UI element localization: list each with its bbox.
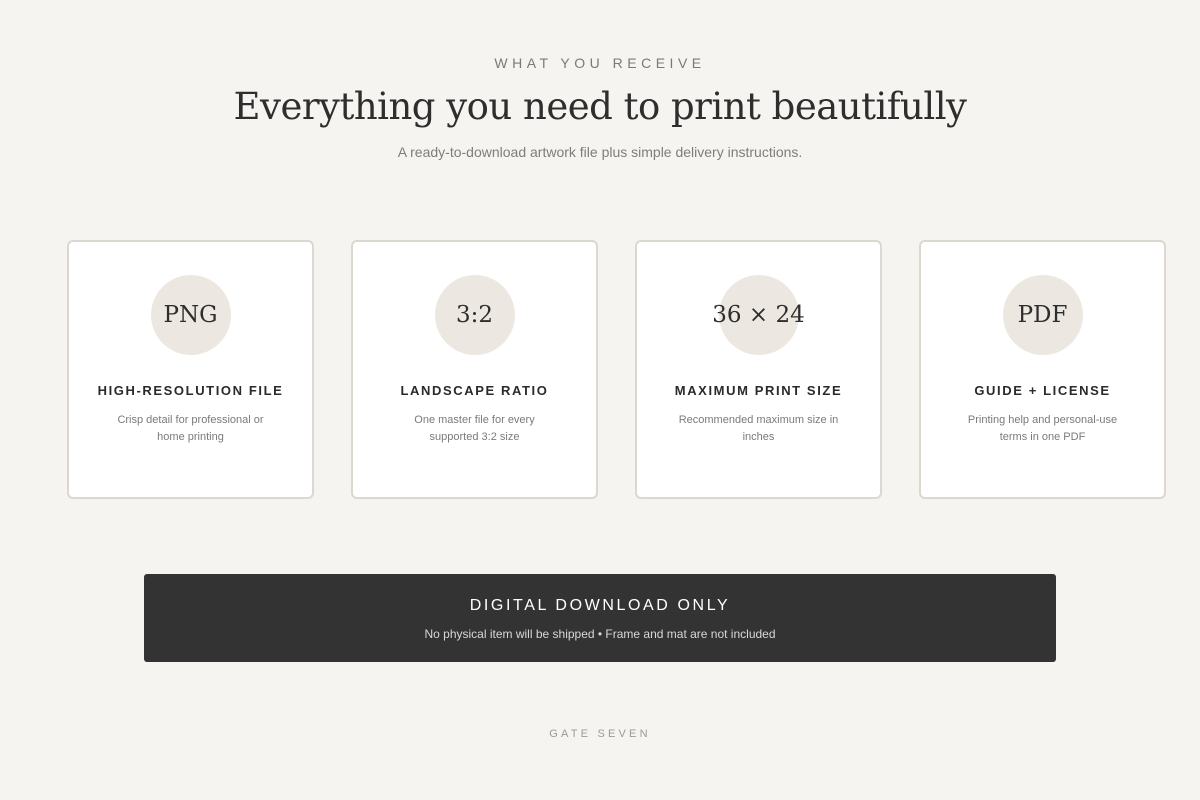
card-description: Printing help and personal-use terms in … xyxy=(967,414,1118,443)
pdf-badge-text: PDF xyxy=(1017,302,1068,328)
digital-download-banner: DIGITAL DOWNLOAD ONLY No physical item w… xyxy=(144,574,1056,662)
ratio-badge-text: 3:2 xyxy=(455,302,493,328)
card-title: LANDSCAPE RATIO xyxy=(400,383,549,398)
footer-brand: GATE SEVEN xyxy=(549,728,651,740)
feature-card-ratio: 3:2 LANDSCAPE RATIO One master file for … xyxy=(351,240,598,499)
card-description: Recommended maximum size in inches xyxy=(678,414,839,443)
feature-card-file: PNG HIGH-RESOLUTION FILE Crisp detail fo… xyxy=(67,240,314,499)
card-description: Crisp detail for professional or home pr… xyxy=(117,414,264,443)
feature-card-guide: PDF GUIDE + LICENSE Printing help and pe… xyxy=(919,240,1166,499)
banner-title: DIGITAL DOWNLOAD ONLY xyxy=(469,597,731,614)
feature-card-size: 36 × 24 MAXIMUM PRINT SIZE Recommended m… xyxy=(635,240,882,499)
card-title: HIGH-RESOLUTION FILE xyxy=(97,383,284,398)
banner-note: No physical item will be shipped • Frame… xyxy=(424,627,776,641)
size-badge-text: 36 × 24 xyxy=(712,302,805,328)
eyebrow-label: WHAT YOU RECEIVE xyxy=(494,55,706,71)
card-title: MAXIMUM PRINT SIZE xyxy=(674,383,843,398)
card-title: GUIDE + LICENSE xyxy=(974,383,1111,398)
page-title: Everything you need to print beautifully xyxy=(233,85,967,128)
page-subtitle: A ready-to-download artwork file plus si… xyxy=(397,144,803,160)
file-format-badge-text: PNG xyxy=(163,302,218,328)
card-description: One master file for every supported 3:2 … xyxy=(414,414,535,443)
